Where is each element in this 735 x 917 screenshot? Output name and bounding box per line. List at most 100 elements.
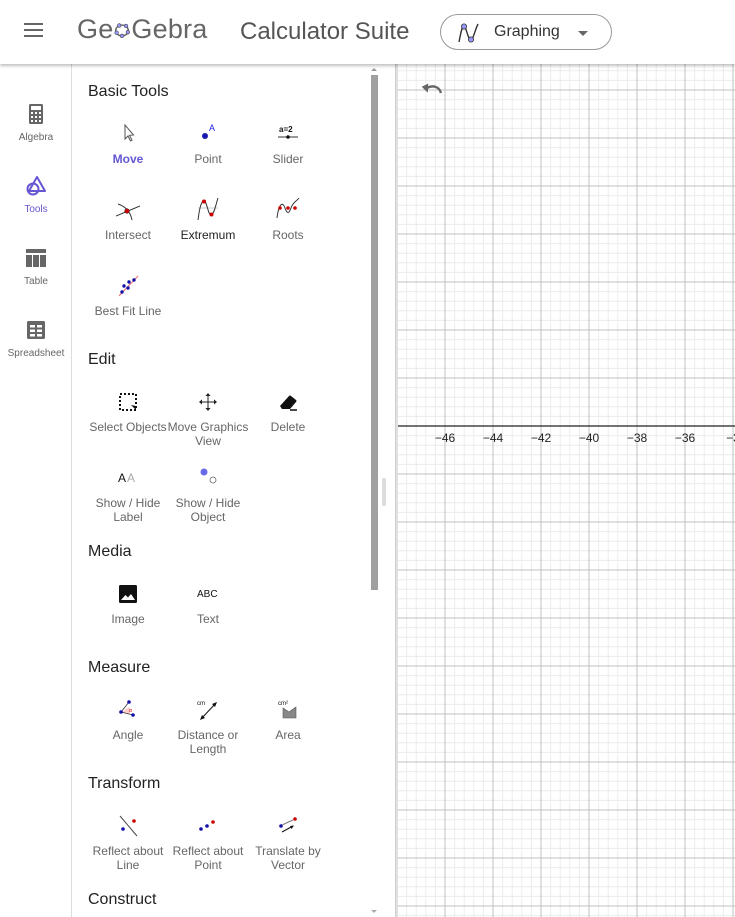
tool-label: Image bbox=[111, 612, 145, 626]
nav-label: Table bbox=[24, 276, 48, 287]
tool-translate-by-vector[interactable]: Translate by Vector bbox=[248, 814, 328, 874]
graphing-icon bbox=[458, 23, 479, 43]
undo-icon[interactable] bbox=[420, 82, 444, 102]
tool-delete[interactable]: Delete bbox=[248, 390, 328, 450]
eraser-icon bbox=[280, 395, 297, 411]
tool-label: Extremum bbox=[180, 228, 236, 242]
extremum-icon bbox=[197, 198, 219, 221]
best-fit-line-icon bbox=[118, 275, 139, 297]
tool-label: Intersect bbox=[104, 228, 152, 242]
tool-show-hide-label[interactable]: AA Show / Hide Label bbox=[88, 466, 168, 526]
section-title-measure: Measure bbox=[88, 659, 151, 676]
logo-text-left: Ge bbox=[77, 14, 114, 44]
caret-down-icon bbox=[578, 31, 588, 36]
svg-text:A: A bbox=[127, 471, 135, 485]
image-icon bbox=[119, 585, 137, 603]
tool-label: Best Fit Line bbox=[94, 304, 162, 318]
tool-reflect-about-line[interactable]: Reflect about Line bbox=[88, 814, 168, 874]
tool-extremum[interactable]: Extremum bbox=[168, 198, 248, 258]
x-axis-tick-label: −38 bbox=[627, 431, 648, 445]
reflect-line-icon bbox=[119, 815, 138, 837]
move-graphics-view-icon bbox=[199, 393, 217, 411]
tool-select-objects[interactable]: Select Objects bbox=[88, 390, 168, 450]
nav-item-algebra[interactable]: Algebra bbox=[0, 104, 72, 164]
tool-slider[interactable]: a=2 Slider bbox=[248, 122, 328, 182]
graphics-view[interactable]: −46 −44 −42 −40 −38 −36 −3 bbox=[398, 64, 735, 917]
svg-text:a=2: a=2 bbox=[279, 125, 293, 134]
area-icon: cm² bbox=[278, 701, 297, 719]
nav-label: Algebra bbox=[18, 132, 54, 143]
panel-resize-handle[interactable] bbox=[382, 478, 386, 506]
tool-reflect-about-point[interactable]: Reflect about Point bbox=[168, 814, 248, 874]
nav-label: Tools bbox=[24, 204, 48, 215]
app-picker-dropdown[interactable]: Graphing bbox=[440, 14, 612, 50]
tool-move-graphics-view[interactable]: Move Graphics View bbox=[168, 390, 248, 450]
tools-panel: Basic Tools Move A Point a=2 Slider Inte… bbox=[73, 64, 395, 917]
tool-text[interactable]: ABC Text bbox=[168, 582, 248, 642]
tool-label: Reflect about Line bbox=[92, 844, 164, 872]
hamburger-menu-icon[interactable] bbox=[24, 23, 46, 41]
tool-label: Show / Hide Label bbox=[95, 496, 161, 524]
section-title-construct: Construct bbox=[88, 891, 157, 908]
tool-best-fit-line[interactable]: Best Fit Line bbox=[88, 274, 168, 334]
slider-icon: a=2 bbox=[278, 125, 298, 139]
nav-item-tools[interactable]: Tools bbox=[0, 176, 72, 236]
x-axis-tick-label: −3 bbox=[726, 431, 735, 445]
tool-label: Delete bbox=[270, 420, 306, 434]
svg-text:cm²: cm² bbox=[278, 701, 288, 707]
tool-label: Show / Hide Object bbox=[175, 496, 241, 524]
section-title-basic-tools: Basic Tools bbox=[88, 83, 169, 100]
distance-icon: cm bbox=[197, 701, 217, 720]
nav-label: Spreadsheet bbox=[7, 348, 65, 359]
x-axis-tick-label: −42 bbox=[531, 431, 552, 445]
tool-distance-or-length[interactable]: cm Distance or Length bbox=[168, 698, 248, 758]
tool-area[interactable]: cm² Area bbox=[248, 698, 328, 758]
point-icon: A bbox=[202, 123, 215, 139]
tool-label: Roots bbox=[272, 228, 304, 242]
angle-icon: α bbox=[119, 700, 135, 717]
graph-canvas[interactable]: −46 −44 −42 −40 −38 −36 −3 bbox=[398, 64, 735, 917]
tools-scrollbar-thumb[interactable] bbox=[371, 75, 378, 590]
nav-item-table[interactable]: Table bbox=[0, 248, 72, 308]
logo-ring-icon bbox=[114, 23, 131, 38]
tool-label: Slider bbox=[272, 152, 304, 166]
translate-vector-icon bbox=[279, 817, 297, 833]
scroll-up-arrow-icon[interactable] bbox=[371, 68, 377, 71]
text-icon: ABC bbox=[197, 589, 218, 600]
tool-label: Text bbox=[196, 612, 219, 626]
tool-label: Angle bbox=[112, 728, 144, 742]
table-icon bbox=[26, 249, 46, 267]
x-axis-tick-label: −36 bbox=[675, 431, 696, 445]
tool-image[interactable]: Image bbox=[88, 582, 168, 642]
spreadsheet-icon bbox=[27, 321, 45, 339]
tool-label: Translate by Vector bbox=[255, 844, 321, 872]
x-axis-tick-label: −46 bbox=[435, 431, 456, 445]
geogebra-logo: Ge Gebra bbox=[77, 14, 207, 45]
tool-show-hide-object[interactable]: Show / Hide Object bbox=[168, 466, 248, 526]
tool-label: Point bbox=[194, 152, 222, 166]
tool-angle[interactable]: α Angle bbox=[88, 698, 168, 758]
tool-label: Move Graphics View bbox=[167, 420, 249, 448]
tool-point[interactable]: A Point bbox=[168, 122, 248, 182]
app-title: Calculator Suite bbox=[240, 18, 410, 45]
tool-label: Distance or Length bbox=[177, 728, 239, 756]
top-header: Ge Gebra Calculator Suite Graphing bbox=[0, 0, 735, 64]
section-title-media: Media bbox=[88, 543, 132, 560]
svg-text:cm: cm bbox=[197, 701, 205, 707]
section-title-transform: Transform bbox=[88, 775, 161, 792]
x-axis-tick-label: −44 bbox=[483, 431, 504, 445]
tool-intersect[interactable]: Intersect bbox=[88, 198, 168, 258]
scroll-down-arrow-icon[interactable] bbox=[371, 910, 377, 913]
view-nav: Algebra Tools Table Spreadsheet bbox=[0, 64, 72, 917]
roots-icon bbox=[276, 198, 300, 219]
tool-roots[interactable]: Roots bbox=[248, 198, 328, 258]
geogebra-app: Ge Gebra Calculator Suite Graphing Algebr… bbox=[0, 0, 735, 917]
show-hide-label-icon: AA bbox=[118, 471, 135, 485]
nav-item-spreadsheet[interactable]: Spreadsheet bbox=[0, 320, 72, 380]
tool-move[interactable]: Move bbox=[88, 122, 168, 182]
tool-label: Move bbox=[112, 152, 144, 166]
move-arrow-icon bbox=[124, 123, 135, 142]
show-hide-object-icon bbox=[200, 468, 217, 484]
tool-label: Reflect about Point bbox=[172, 844, 244, 872]
tool-label: Select Objects bbox=[89, 420, 167, 434]
